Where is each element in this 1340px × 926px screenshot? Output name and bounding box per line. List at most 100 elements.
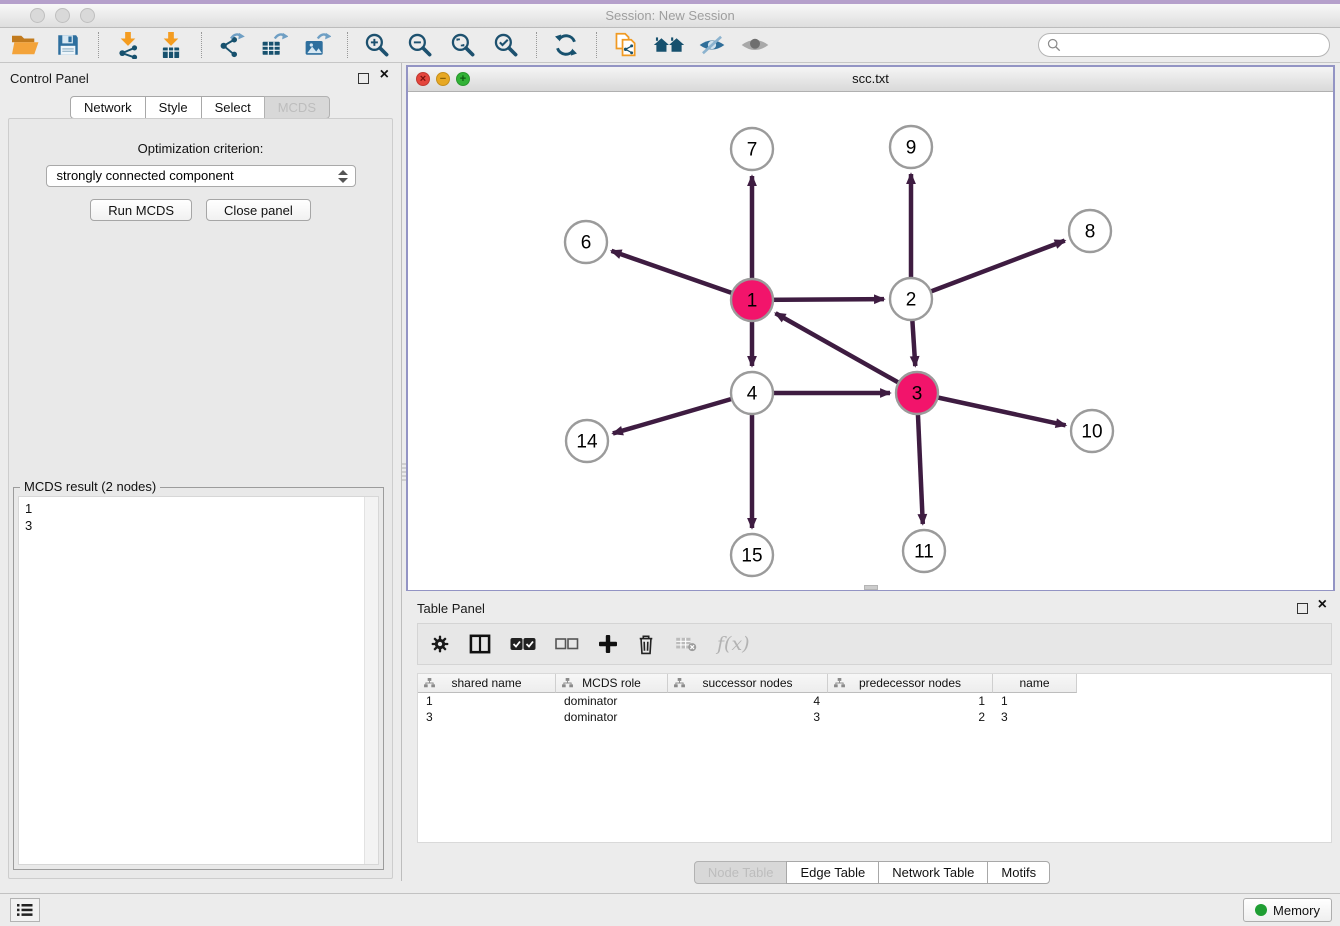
apply-layout-button[interactable] xyxy=(549,30,583,60)
criterion-dropdown[interactable]: strongly connected component xyxy=(46,165,356,187)
close-panel-button[interactable]: Close panel xyxy=(206,199,311,221)
table-panel-title: Table Panel xyxy=(417,601,485,616)
column-header-label: MCDS role xyxy=(582,676,641,690)
table-toolbar: f(x) xyxy=(417,623,1332,665)
import-table-icon xyxy=(158,31,184,59)
trash-icon xyxy=(637,633,655,655)
import-network-icon xyxy=(115,31,141,59)
column-header-label: successor nodes xyxy=(702,676,792,690)
network-canvas[interactable]: 7968124314101511 xyxy=(408,92,1333,590)
tab-mcds[interactable]: MCDS xyxy=(264,96,330,119)
close-table-panel-icon[interactable]: × xyxy=(1318,597,1327,613)
delete-table-button[interactable] xyxy=(674,636,698,652)
graph-edge-1-6[interactable] xyxy=(611,251,752,300)
hide-graphics-button[interactable] xyxy=(695,30,729,60)
refresh-icon xyxy=(553,32,579,58)
export-network-button[interactable] xyxy=(214,30,248,60)
table-panel-tabs: Node TableEdge TableNetwork TableMotifs xyxy=(405,861,1340,884)
search-input[interactable] xyxy=(1066,37,1329,54)
mcds-result-group: MCDS result (2 nodes) 1 3 xyxy=(13,487,384,870)
table-cell[interactable]: 3 xyxy=(418,709,556,725)
table-cell[interactable]: 2 xyxy=(828,709,993,725)
close-panel-icon[interactable]: × xyxy=(380,67,389,83)
control-panel-tabs: NetworkStyleSelectMCDS xyxy=(0,96,401,119)
graph-edge-2-8[interactable] xyxy=(911,241,1065,299)
add-row-button[interactable] xyxy=(598,634,618,654)
table-cell[interactable]: 4 xyxy=(668,693,828,709)
tab-motifs[interactable]: Motifs xyxy=(987,861,1050,884)
canvas-resize-grip[interactable] xyxy=(864,585,878,590)
column-header-label: name xyxy=(1019,676,1049,690)
column-header-name[interactable]: name xyxy=(993,674,1077,693)
table-row[interactable]: 3dominator323 xyxy=(418,709,1331,725)
table-cell[interactable]: 1 xyxy=(418,693,556,709)
network-window-titlebar[interactable]: × − + scc.txt xyxy=(408,67,1333,92)
run-mcds-button[interactable]: Run MCDS xyxy=(90,199,192,221)
column-header-successor-nodes[interactable]: successor nodes xyxy=(668,674,828,693)
delete-row-button[interactable] xyxy=(637,633,655,655)
toolbar-separator xyxy=(347,32,348,58)
main-toolbar xyxy=(0,28,1340,63)
column-header-mcds-role[interactable]: MCDS role xyxy=(556,674,668,693)
tab-edge-table[interactable]: Edge Table xyxy=(786,861,879,884)
result-scrollbar[interactable] xyxy=(364,497,378,864)
graph-edge-3-10[interactable] xyxy=(917,393,1066,425)
tab-node-table[interactable]: Node Table xyxy=(694,861,788,884)
zoom-selected-button[interactable] xyxy=(489,30,523,60)
attribute-tree-icon xyxy=(424,678,435,688)
zoom-selected-icon xyxy=(492,31,520,59)
show-graphics-button[interactable] xyxy=(738,30,772,60)
column-header-shared-name[interactable]: shared name xyxy=(418,674,556,693)
graph-node-label-7: 7 xyxy=(747,140,758,161)
task-history-button[interactable] xyxy=(10,898,40,922)
select-all-button[interactable] xyxy=(510,637,536,651)
titlebar[interactable]: Session: New Session xyxy=(0,4,1340,28)
deselect-all-button[interactable] xyxy=(555,638,579,650)
gear-icon xyxy=(430,634,450,654)
node-table[interactable]: shared name MCDS role successor nodes prede… xyxy=(417,673,1332,843)
open-session-button[interactable] xyxy=(8,30,42,60)
eye-slash-icon xyxy=(698,33,726,57)
columns-icon xyxy=(469,634,491,654)
export-table-button[interactable] xyxy=(257,30,291,60)
eye-icon xyxy=(740,34,770,56)
import-table-button[interactable] xyxy=(154,30,188,60)
toolbar-separator xyxy=(596,32,597,58)
table-cell[interactable]: 1 xyxy=(828,693,993,709)
tab-network[interactable]: Network xyxy=(70,96,146,119)
table-settings-button[interactable] xyxy=(430,634,450,654)
float-panel-icon[interactable] xyxy=(358,73,369,84)
memory-button[interactable]: Memory xyxy=(1243,898,1332,922)
table-row[interactable]: 1dominator411 xyxy=(418,693,1331,709)
import-network-button[interactable] xyxy=(111,30,145,60)
function-icon: f(x) xyxy=(717,633,750,655)
search-field[interactable] xyxy=(1038,33,1330,57)
zoom-fit-button[interactable] xyxy=(446,30,480,60)
table-cell[interactable]: 1 xyxy=(993,693,1077,709)
zoom-in-icon xyxy=(363,31,391,59)
clone-network-button[interactable] xyxy=(609,30,643,60)
table-cell[interactable]: 3 xyxy=(668,709,828,725)
export-image-button[interactable] xyxy=(300,30,334,60)
tab-select[interactable]: Select xyxy=(201,96,265,119)
save-session-button[interactable] xyxy=(51,30,85,60)
mcds-panel: Optimization criterion: strongly connect… xyxy=(8,118,393,879)
network-graph[interactable]: 7968124314101511 xyxy=(408,92,1333,590)
export-network-icon xyxy=(217,32,245,58)
column-header-label: predecessor nodes xyxy=(859,676,961,690)
graph-edge-3-1[interactable] xyxy=(776,313,917,393)
mcds-result-area[interactable]: 1 3 xyxy=(18,496,379,865)
export-table-icon xyxy=(260,32,288,58)
tab-style[interactable]: Style xyxy=(145,96,202,119)
function-builder-button[interactable]: f(x) xyxy=(717,633,750,655)
zoom-in-button[interactable] xyxy=(360,30,394,60)
table-cell[interactable]: dominator xyxy=(556,693,668,709)
column-header-predecessor-nodes[interactable]: predecessor nodes xyxy=(828,674,993,693)
float-table-panel-icon[interactable] xyxy=(1297,603,1308,614)
table-cell[interactable]: dominator xyxy=(556,709,668,725)
zoom-out-button[interactable] xyxy=(403,30,437,60)
table-cell[interactable]: 3 xyxy=(993,709,1077,725)
show-columns-button[interactable] xyxy=(469,634,491,654)
home-button[interactable] xyxy=(652,30,686,60)
tab-network-table[interactable]: Network Table xyxy=(878,861,988,884)
